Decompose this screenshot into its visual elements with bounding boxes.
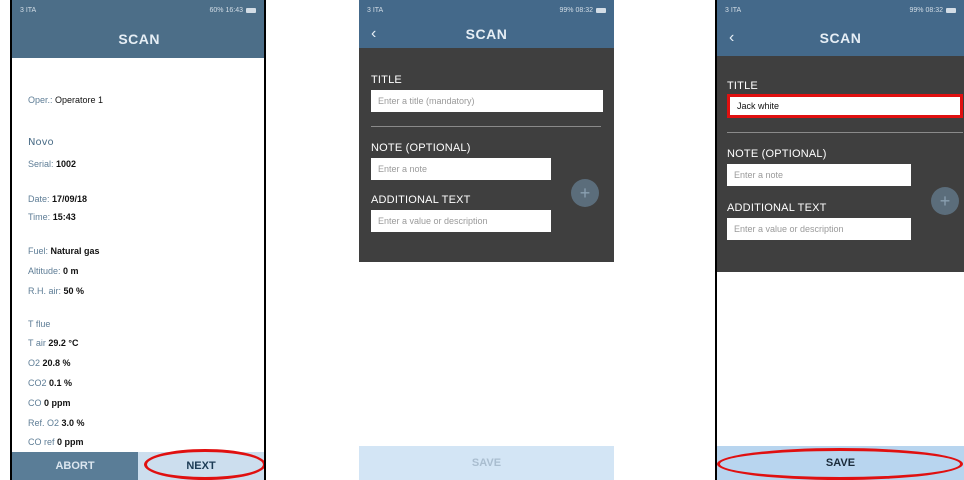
carrier-label: 3 ITA (725, 6, 742, 14)
tflue-label: T flue (28, 319, 51, 329)
scan-summary-screen: 3 ITA 60% 16:43 SCAN Oper.: Operatore 1 … (10, 0, 266, 480)
scan-form: TITLE Jack white NOTE (OPTIONAL) Enter a… (717, 56, 964, 272)
header-bar: ‹ SCAN (717, 20, 964, 56)
divider (727, 132, 963, 133)
note-input[interactable]: Enter a note (727, 164, 911, 186)
carrier-label: 3 ITA (367, 6, 384, 14)
scan-save-form-empty: 3 ITA 99% 08:32 ‹ SCAN TITLE Enter a tit… (359, 0, 614, 480)
battery-time: 99% 08:32 (909, 6, 943, 14)
add-icon[interactable]: + (571, 179, 599, 207)
abort-button[interactable]: ABORT (12, 452, 138, 480)
battery-time: 60% 16:43 (209, 6, 243, 14)
device-name: Novo (28, 137, 54, 148)
add-icon[interactable]: + (931, 187, 959, 215)
header-bar: ‹ SCAN (359, 20, 614, 48)
battery-icon (946, 7, 956, 13)
fuel-row: Fuel: Natural gas (28, 246, 100, 256)
operator-row: Oper.: Operatore 1 (28, 95, 104, 105)
battery-icon (246, 7, 256, 13)
back-icon[interactable]: ‹ (371, 25, 377, 43)
back-icon[interactable]: ‹ (729, 29, 735, 47)
battery-icon (596, 7, 606, 13)
note-label: NOTE (OPTIONAL) (371, 142, 471, 154)
header-bar: SCAN (12, 20, 264, 58)
tair-row: T air 29.2 °C (28, 338, 79, 348)
battery-time: 99% 08:32 (559, 6, 593, 14)
page-title: SCAN (465, 26, 508, 42)
time-row: Time: 15:43 (28, 212, 76, 222)
ref-o2-row: Ref. O2 3.0 % (28, 418, 85, 428)
scan-save-form-filled: 3 ITA 99% 08:32 ‹ SCAN TITLE Jack white … (715, 0, 964, 480)
status-bar: 3 ITA 99% 08:32 (359, 0, 614, 20)
next-highlight-annotation (144, 449, 264, 480)
page-title: SCAN (118, 31, 160, 47)
additional-text-input[interactable]: Enter a value or description (727, 218, 911, 240)
date-row: Date: 17/09/18 (28, 194, 88, 204)
title-input[interactable]: Jack white (727, 94, 963, 118)
scan-form: TITLE Enter a title (mandatory) NOTE (OP… (359, 48, 614, 262)
additional-text-label: ADDITIONAL TEXT (371, 194, 471, 206)
additional-text-input[interactable]: Enter a value or description (371, 210, 551, 232)
divider (371, 126, 601, 127)
title-input[interactable]: Enter a title (mandatory) (371, 90, 603, 112)
carrier-label: 3 ITA (20, 6, 37, 14)
note-input[interactable]: Enter a note (371, 158, 551, 180)
page-title: SCAN (819, 30, 862, 46)
rh-air-row: R.H. air: 50 % (28, 286, 85, 296)
co-row: CO 0 ppm (28, 398, 71, 408)
altitude-row: Altitude: 0 m (28, 266, 79, 276)
title-label: TITLE (727, 80, 758, 92)
o2-row: O2 20.8 % (28, 358, 71, 368)
title-label: TITLE (371, 74, 402, 86)
co2-row: CO2 0.1 % (28, 378, 73, 388)
note-label: NOTE (OPTIONAL) (727, 148, 827, 160)
status-bar: 3 ITA 99% 08:32 (717, 0, 964, 20)
status-bar: 3 ITA 60% 16:43 (12, 0, 264, 20)
co-ref-row: CO ref 0 ppm (28, 437, 84, 447)
additional-text-label: ADDITIONAL TEXT (727, 202, 827, 214)
save-highlight-annotation (717, 448, 963, 480)
serial-row: Serial: 1002 (28, 159, 77, 169)
save-button[interactable]: SAVE (359, 446, 614, 480)
